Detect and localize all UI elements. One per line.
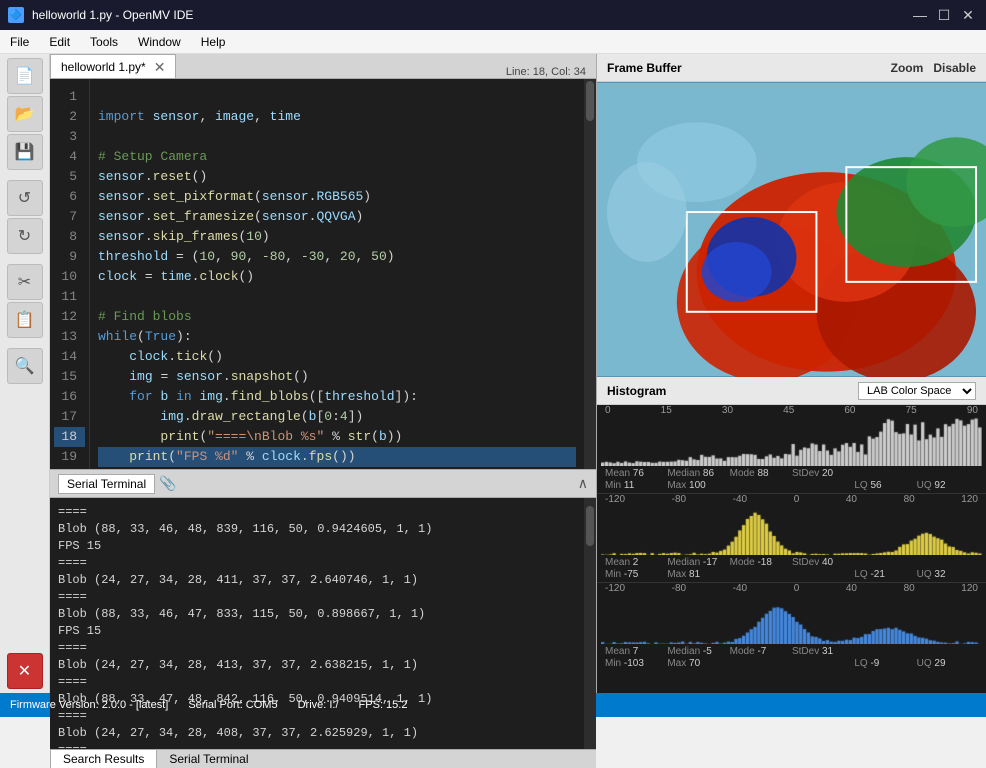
zoom-button[interactable]: 🔍 xyxy=(7,348,43,384)
framebuffer-canvas xyxy=(597,82,986,377)
framebuffer-header: Frame Buffer Zoom Disable xyxy=(597,54,986,82)
tab-close-button[interactable]: ✕ xyxy=(154,60,166,74)
maximize-button[interactable]: ☐ xyxy=(934,5,954,25)
serial-port: Serial Port: COM5 xyxy=(188,699,277,711)
histogram-l-channel: 0 15 30 45 60 75 90 Mean 76 Median 86 xyxy=(597,405,986,494)
framebuffer-controls: Zoom Disable xyxy=(891,61,976,75)
code-scroll-thumb[interactable] xyxy=(586,81,594,121)
new-file-button[interactable]: 📄 xyxy=(7,58,43,94)
serial-settings-icon[interactable]: 📎 xyxy=(159,475,176,492)
editor-area: helloworld 1.py* ✕ Line: 18, Col: 34 1 2… xyxy=(50,54,596,693)
firmware-version: Firmware Version: 2.0.0 - [latest] xyxy=(10,699,168,711)
menu-file[interactable]: File xyxy=(0,30,39,53)
code-content[interactable]: import sensor, image, time # Setup Camer… xyxy=(90,79,584,469)
title-bar-controls: — ☐ ✕ xyxy=(910,5,978,25)
tab-info: Line: 18, Col: 34 xyxy=(496,66,596,78)
close-button[interactable]: ✕ xyxy=(958,5,978,25)
menu-tools[interactable]: Tools xyxy=(80,30,128,53)
framebuffer-image xyxy=(597,82,986,377)
histogram-l-bars xyxy=(601,416,982,466)
left-toolbar: 📄 📂 💾 ↺ ↻ ✂ 📋 🔍 ✕ xyxy=(0,54,50,693)
histogram-b-labels: -120 -80 -40 0 40 80 120 xyxy=(597,583,986,594)
menu-edit[interactable]: Edit xyxy=(39,30,80,53)
drive-info: Drive: I:/ xyxy=(298,699,339,711)
zoom-button[interactable]: Zoom xyxy=(891,61,924,75)
main-layout: 📄 📂 💾 ↺ ↻ ✂ 📋 🔍 ✕ helloworld 1.py* ✕ Lin… xyxy=(0,54,986,693)
menu-window[interactable]: Window xyxy=(128,30,191,53)
disable-button[interactable]: Disable xyxy=(933,61,976,75)
tab-label: helloworld 1.py* xyxy=(61,60,146,74)
editor-tab-helloworld[interactable]: helloworld 1.py* ✕ xyxy=(50,54,176,78)
code-scrollbar[interactable] xyxy=(584,79,596,469)
histogram-a-labels: -120 -80 -40 0 40 80 120 xyxy=(597,494,986,505)
save-file-button[interactable]: 💾 xyxy=(7,134,43,170)
stop-button[interactable]: ✕ xyxy=(7,653,43,689)
histogram-a-channel: -120 -80 -40 0 40 80 120 Mean 2 Median -… xyxy=(597,494,986,583)
fps-info: FPS: 15.2 xyxy=(359,699,408,711)
histogram-body: 0 15 30 45 60 75 90 Mean 76 Median 86 xyxy=(597,405,986,693)
menu-bar: File Edit Tools Window Help xyxy=(0,30,986,54)
app-icon: 🔷 xyxy=(8,7,24,23)
histogram-b-bars xyxy=(601,594,982,644)
camera-button[interactable]: 📋 xyxy=(7,302,43,338)
serial-content[interactable]: ====Blob (88, 33, 46, 48, 839, 116, 50, … xyxy=(50,498,584,749)
bottom-tab-bar: Search Results Serial Terminal xyxy=(50,749,596,768)
connect-button[interactable]: ↺ xyxy=(7,180,43,216)
menu-help[interactable]: Help xyxy=(191,30,236,53)
serial-terminal-tab[interactable]: Serial Terminal xyxy=(58,474,155,494)
histogram-mode-select[interactable]: LAB Color Space Grayscale RGB Color Spac… xyxy=(858,382,976,400)
histogram-l-stats: Mean 76 Median 86 Mode 88 StDev 20 Min 1… xyxy=(597,466,986,493)
framebuffer-title: Frame Buffer xyxy=(607,61,682,75)
search-results-tab[interactable]: Search Results xyxy=(50,750,157,768)
histogram-b-stats: Mean 7 Median -5 Mode -7 StDev 31 Min -1… xyxy=(597,644,986,671)
title-bar-title: helloworld 1.py - OpenMV IDE xyxy=(32,8,193,22)
histogram-section: Histogram LAB Color Space Grayscale RGB … xyxy=(597,377,986,693)
tab-bar: helloworld 1.py* ✕ Line: 18, Col: 34 xyxy=(50,54,596,79)
histogram-header: Histogram LAB Color Space Grayscale RGB … xyxy=(597,377,986,405)
serial-scrollbar[interactable] xyxy=(584,498,596,749)
disconnect-button[interactable]: ↻ xyxy=(7,218,43,254)
code-editor[interactable]: 1 2 3 4 5 6 7 8 9 10 11 12 13 14 15 16 1… xyxy=(50,79,596,469)
serial-tab-bar: Serial Terminal 📎 ∧ xyxy=(50,470,596,498)
cut-button[interactable]: ✂ xyxy=(7,264,43,300)
open-file-button[interactable]: 📂 xyxy=(7,96,43,132)
title-bar: 🔷 helloworld 1.py - OpenMV IDE — ☐ ✕ xyxy=(0,0,986,30)
histogram-a-bars xyxy=(601,505,982,555)
line-numbers: 1 2 3 4 5 6 7 8 9 10 11 12 13 14 15 16 1… xyxy=(50,79,90,469)
histogram-title: Histogram xyxy=(607,384,666,398)
serial-scroll-thumb[interactable] xyxy=(586,506,594,546)
title-bar-left: 🔷 helloworld 1.py - OpenMV IDE xyxy=(8,7,193,23)
minimize-button[interactable]: — xyxy=(910,5,930,25)
histogram-a-stats: Mean 2 Median -17 Mode -18 StDev 40 Min … xyxy=(597,555,986,582)
serial-terminal-bottom-tab[interactable]: Serial Terminal xyxy=(157,750,260,768)
histogram-l-labels: 0 15 30 45 60 75 90 xyxy=(597,405,986,416)
serial-collapse-button[interactable]: ∧ xyxy=(578,475,588,492)
right-panel: Frame Buffer Zoom Disable xyxy=(596,54,986,693)
histogram-b-channel: -120 -80 -40 0 40 80 120 Mean 7 Median -… xyxy=(597,583,986,671)
